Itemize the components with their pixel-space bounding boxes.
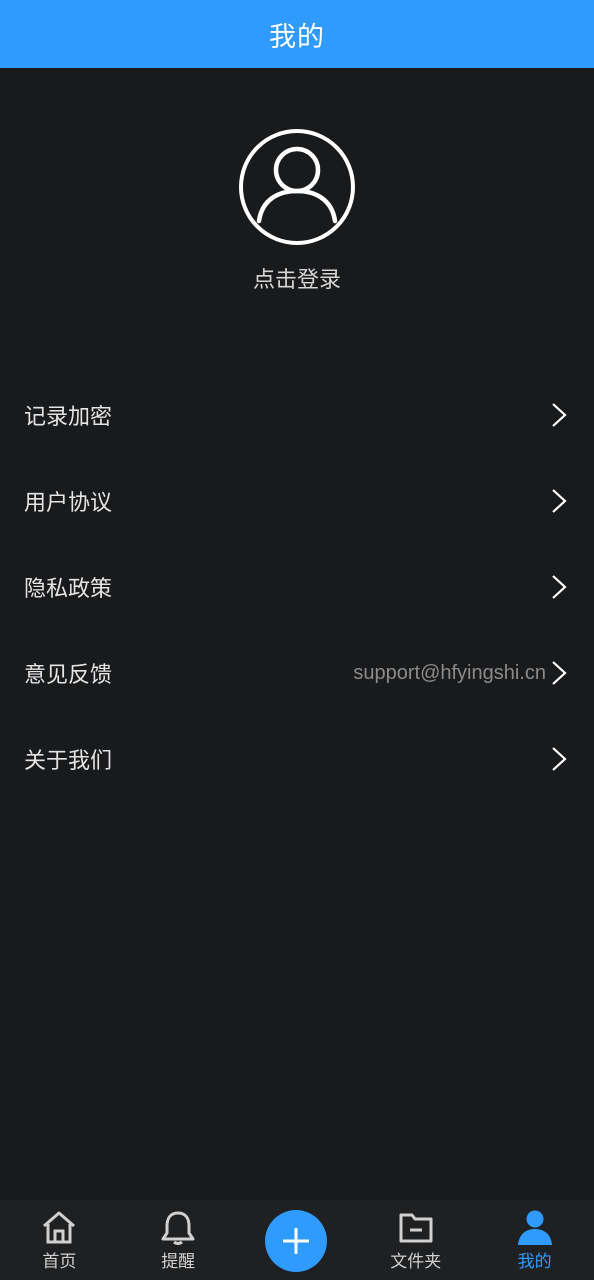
menu-item-label: 记录加密 [24,405,113,430]
folder-icon [399,1213,433,1243]
menu-item-label: 隐私政策 [24,577,113,602]
tab-label: 提醒 [161,1252,196,1272]
bell-icon [161,1211,195,1245]
home-icon [43,1211,76,1244]
menu-item-feedback[interactable]: 意见反馈 support@hfyingshi.cn [0,630,594,716]
tab-label: 首页 [42,1252,77,1272]
settings-menu: 记录加密 用户协议 隐私政策 意见反馈 support@hfyingshi.cn… [0,372,594,802]
add-button[interactable] [265,1210,327,1272]
chevron-right-icon [552,661,567,685]
chevron-right-icon [552,403,567,427]
chevron-right-icon [552,489,567,513]
chevron-right-icon [552,747,567,771]
app-header: 我的 [0,0,594,68]
tab-reminder[interactable]: 提醒 [119,1200,237,1280]
login-link[interactable]: 点击登录 [253,262,341,294]
menu-item-about-us[interactable]: 关于我们 [0,716,594,802]
user-icon [517,1210,552,1245]
tab-home[interactable]: 首页 [0,1200,118,1280]
feedback-email: support@hfyingshi.cn [353,661,546,684]
plus-icon [283,1228,309,1254]
menu-item-privacy-policy[interactable]: 隐私政策 [0,544,594,630]
user-outline-icon[interactable] [238,128,356,246]
profile-section: 点击登录 [0,128,594,294]
menu-item-label: 用户协议 [24,491,113,516]
menu-item-label: 意见反馈 [24,663,113,688]
menu-item-label: 关于我们 [24,749,113,774]
menu-item-user-agreement[interactable]: 用户协议 [0,458,594,544]
chevron-right-icon [552,575,567,599]
tab-label: 我的 [517,1252,552,1272]
tab-label: 文件夹 [390,1252,442,1272]
tab-mine[interactable]: 我的 [476,1200,594,1280]
menu-item-encryption[interactable]: 记录加密 [0,372,594,458]
tab-folder[interactable]: 文件夹 [357,1200,475,1280]
page-title: 我的 [269,21,325,53]
